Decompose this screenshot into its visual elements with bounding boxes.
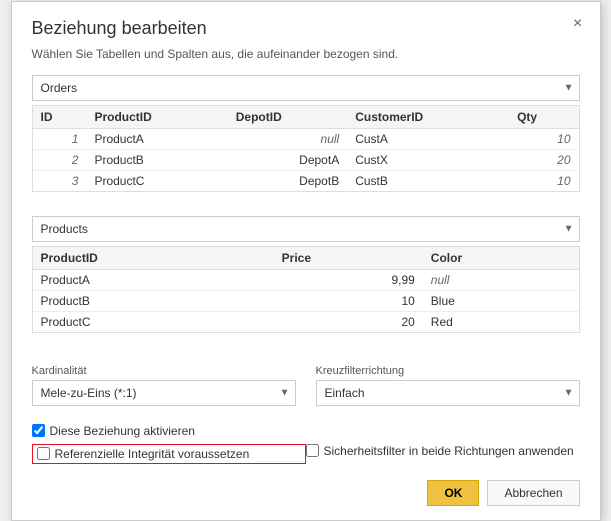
ok-button[interactable]: OK [427,480,479,506]
dialog-footer: OK Abbrechen [12,468,600,520]
table1-section: Orders ▼ ID ProductID DepotID CustomerID… [12,75,600,216]
table-row: 3 ProductC DepotB CustB 10 [33,170,579,191]
table-row: 2 ProductB DepotA CustX 20 [33,149,579,170]
cell: ProductA [33,269,274,290]
kreuzfilterrichtung-select-container: Einfach Beide ▼ [316,380,580,406]
table1-col-depotid: DepotID [228,106,347,129]
aktivieren-checkbox[interactable] [32,424,45,437]
cell: 1 [33,128,87,149]
dialog: × Beziehung bearbeiten Wählen Sie Tabell… [11,1,601,521]
checkboxes-row: Diese Beziehung aktivieren Referenzielle… [32,416,580,464]
table-row: ProductA 9,99 null [33,269,579,290]
close-button[interactable]: × [566,12,590,36]
table1-select[interactable]: Orders [32,75,580,101]
cell: 20 [509,149,578,170]
cell: ProductB [86,149,227,170]
dialog-header: Beziehung bearbeiten Wählen Sie Tabellen… [12,2,600,61]
table2-section: Products ▼ ProductID Price Color Product… [12,216,600,357]
cell: 9,99 [274,269,423,290]
sicherheitsfilter-row: Sicherheitsfilter in beide Richtungen an… [306,444,580,458]
table2: ProductID Price Color ProductA 9,99 null… [33,247,579,332]
cell: DepotA [228,149,347,170]
table2-select-container: Products ▼ [32,216,580,242]
cell: null [423,269,579,290]
kreuzfilterrichtung-select[interactable]: Einfach Beide [316,380,580,406]
table2-col-price: Price [274,247,423,270]
table1-col-customerid: CustomerID [347,106,509,129]
dialog-title: Beziehung bearbeiten [32,18,580,39]
table-row: ProductB 10 Blue [33,290,579,311]
cell: CustX [347,149,509,170]
cell: ProductB [33,290,274,311]
referenzielle-label: Referenzielle Integrität voraussetzen [55,447,250,461]
cell: ProductC [33,311,274,332]
cell: 10 [274,290,423,311]
checkboxes-section: Diese Beziehung aktivieren Referenzielle… [12,410,600,464]
kardinalitat-select-container: Mele-zu-Eins (*:1) Eins-zu-Eins (1:1) Me… [32,380,296,406]
kreuzfilterrichtung-label: Kreuzfilterrichtung [316,365,580,377]
kardinalitat-label: Kardinalität [32,365,296,377]
kardinalitat-select[interactable]: Mele-zu-Eins (*:1) Eins-zu-Eins (1:1) Me… [32,380,296,406]
cell: DepotB [228,170,347,191]
cell: null [228,128,347,149]
cell: Blue [423,290,579,311]
table1-container: ID ProductID DepotID CustomerID Qty 1 Pr… [32,105,580,192]
table-row: ProductC 20 Red [33,311,579,332]
referenzielle-checkbox[interactable] [37,447,50,460]
cell: ProductA [86,128,227,149]
aktivieren-row: Diese Beziehung aktivieren [32,424,306,438]
table2-container: ProductID Price Color ProductA 9,99 null… [32,246,580,333]
cell: CustA [347,128,509,149]
kardinalitat-section: Kardinalität Mele-zu-Eins (*:1) Eins-zu-… [32,365,296,410]
sicherheitsfilter-label: Sicherheitsfilter in beide Richtungen an… [324,444,574,458]
cell: 20 [274,311,423,332]
table2-select[interactable]: Products [32,216,580,242]
table1-col-qty: Qty [509,106,578,129]
table2-col-color: Color [423,247,579,270]
aktivieren-label: Diese Beziehung aktivieren [50,424,195,438]
cell: ProductC [86,170,227,191]
table2-col-productid: ProductID [33,247,274,270]
bottom-section: Kardinalität Mele-zu-Eins (*:1) Eins-zu-… [12,357,600,410]
kreuzfilterrichtung-section: Kreuzfilterrichtung Einfach Beide ▼ [316,365,580,410]
sicherheitsfilter-checkbox[interactable] [306,444,319,457]
table1-col-id: ID [33,106,87,129]
table1-col-productid: ProductID [86,106,227,129]
cell: 2 [33,149,87,170]
table-row: 1 ProductA null CustA 10 [33,128,579,149]
referenzielle-row: Referenzielle Integrität voraussetzen [32,444,306,464]
table1: ID ProductID DepotID CustomerID Qty 1 Pr… [33,106,579,191]
right-checkboxes: Sicherheitsfilter in beide Richtungen an… [306,416,580,464]
cell: 3 [33,170,87,191]
cell: Red [423,311,579,332]
cell: 10 [509,170,578,191]
table1-select-container: Orders ▼ [32,75,580,101]
cell: 10 [509,128,578,149]
cell: CustB [347,170,509,191]
left-checkboxes: Diese Beziehung aktivieren Referenzielle… [32,416,306,464]
dialog-subtitle: Wählen Sie Tabellen und Spalten aus, die… [32,47,580,61]
cancel-button[interactable]: Abbrechen [487,480,579,506]
